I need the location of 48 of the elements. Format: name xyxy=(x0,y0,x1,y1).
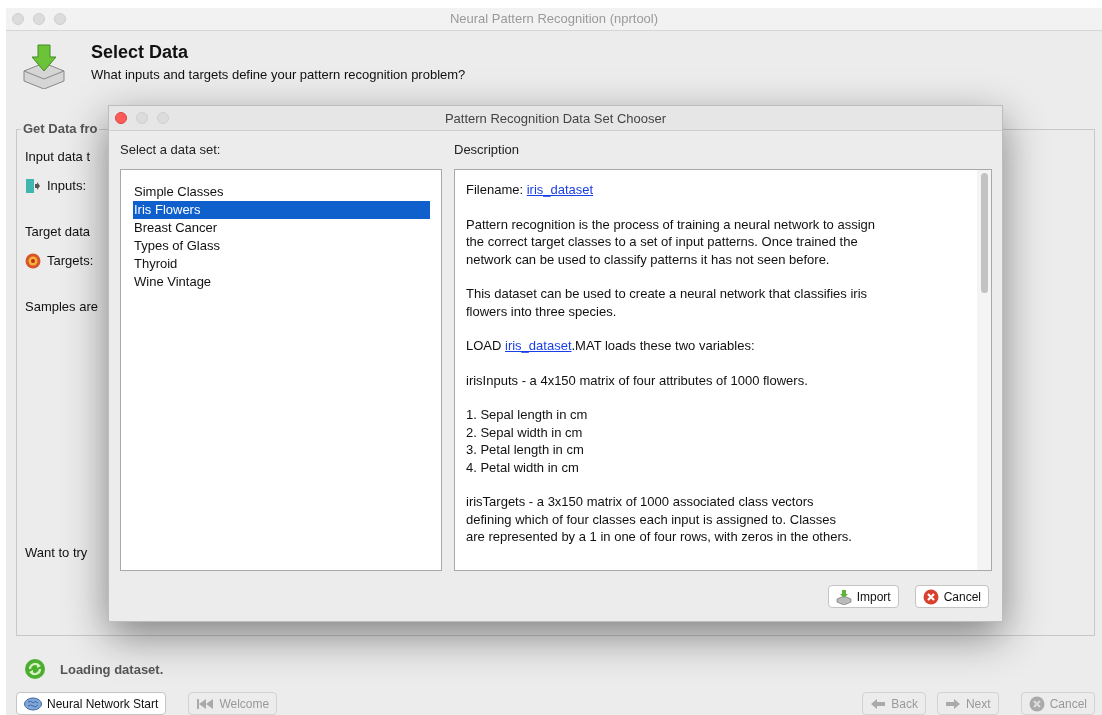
window-title: Neural Pattern Recognition (nprtool) xyxy=(449,11,659,27)
field-label: Want to try xyxy=(25,545,88,561)
page-subtitle: What inputs and targets define your pattern recognition problem? xyxy=(91,66,466,82)
start-button[interactable]: Neural Network Start xyxy=(16,692,167,715)
list-label: Select a data set: xyxy=(120,141,222,159)
recycle-icon xyxy=(24,658,46,680)
description-paragraph: This dataset can be used to create a neural network that classifies iris flowers into three species. xyxy=(466,285,869,320)
dataset-item[interactable]: Simple Classes xyxy=(133,183,430,201)
description-paragraph: Pattern recognition is the process of training a neural network to assign the correct target classes to a set of input patterns. Once trained the network can be used to classify patterns it has not seen before. xyxy=(466,215,876,268)
scroll-thumb[interactable] xyxy=(980,173,988,293)
description-paragraph: irisTargets - a 3x150 matrix of 1000 associated class vectors defining which of four classes each input is assigned to. Classes are represented by a 1 in one of four rows, with zeros in the others. xyxy=(466,493,853,546)
description-paragraph: irisInputs - a 4x150 matrix of four attributes of 1000 flowers. xyxy=(466,371,809,389)
field-label: Inputs: xyxy=(47,178,87,194)
import-button[interactable]: Import xyxy=(827,585,899,608)
cancel-icon xyxy=(1028,695,1045,712)
cancel-button[interactable]: Cancel xyxy=(914,585,989,608)
close-button[interactable] xyxy=(115,112,127,124)
dataset-item[interactable]: Types of Glass xyxy=(133,237,430,255)
description-text: LOAD iris_dataset.MAT loads these two variables: xyxy=(466,337,756,355)
input-arrow-icon xyxy=(25,177,41,194)
scrollbar[interactable] xyxy=(977,170,991,570)
field-label: Input data t xyxy=(25,149,91,165)
rewind-icon xyxy=(196,697,215,710)
download-tray-icon xyxy=(22,42,66,89)
left-arrow-icon xyxy=(870,697,887,710)
file-link[interactable]: iris_dataset xyxy=(526,182,594,197)
right-arrow-icon xyxy=(944,697,961,710)
window-control[interactable] xyxy=(12,13,24,25)
window-control[interactable] xyxy=(54,13,66,25)
window-control[interactable] xyxy=(33,13,45,25)
field-label: Samples are xyxy=(25,299,98,315)
import-icon xyxy=(835,588,852,605)
dataset-item[interactable]: Thyroid xyxy=(133,255,430,273)
file-link[interactable]: iris_dataset xyxy=(505,338,572,353)
target-icon xyxy=(25,252,41,269)
description-label: Description xyxy=(454,141,521,159)
dialog-title: Pattern Recognition Data Set Chooser xyxy=(444,110,667,126)
brain-icon xyxy=(24,696,42,711)
dataset-item[interactable]: Iris Flowers xyxy=(133,201,430,219)
dataset-item[interactable]: Breast Cancer xyxy=(133,219,430,237)
cancel-icon xyxy=(922,588,939,605)
page-title: Select Data xyxy=(91,40,190,63)
field-label: Targets: xyxy=(47,253,94,269)
description-paragraph: 1. Sepal length in cm 2. Sepal width in cm 3. Petal length in cm 4. Petal width in cm xyxy=(466,406,589,476)
status-text: Loading dataset. xyxy=(60,661,164,677)
dataset-item[interactable]: Wine Vintage xyxy=(133,273,430,291)
description-text: Filename: iris_dataset xyxy=(466,181,595,199)
field-label: Target data xyxy=(25,224,91,240)
